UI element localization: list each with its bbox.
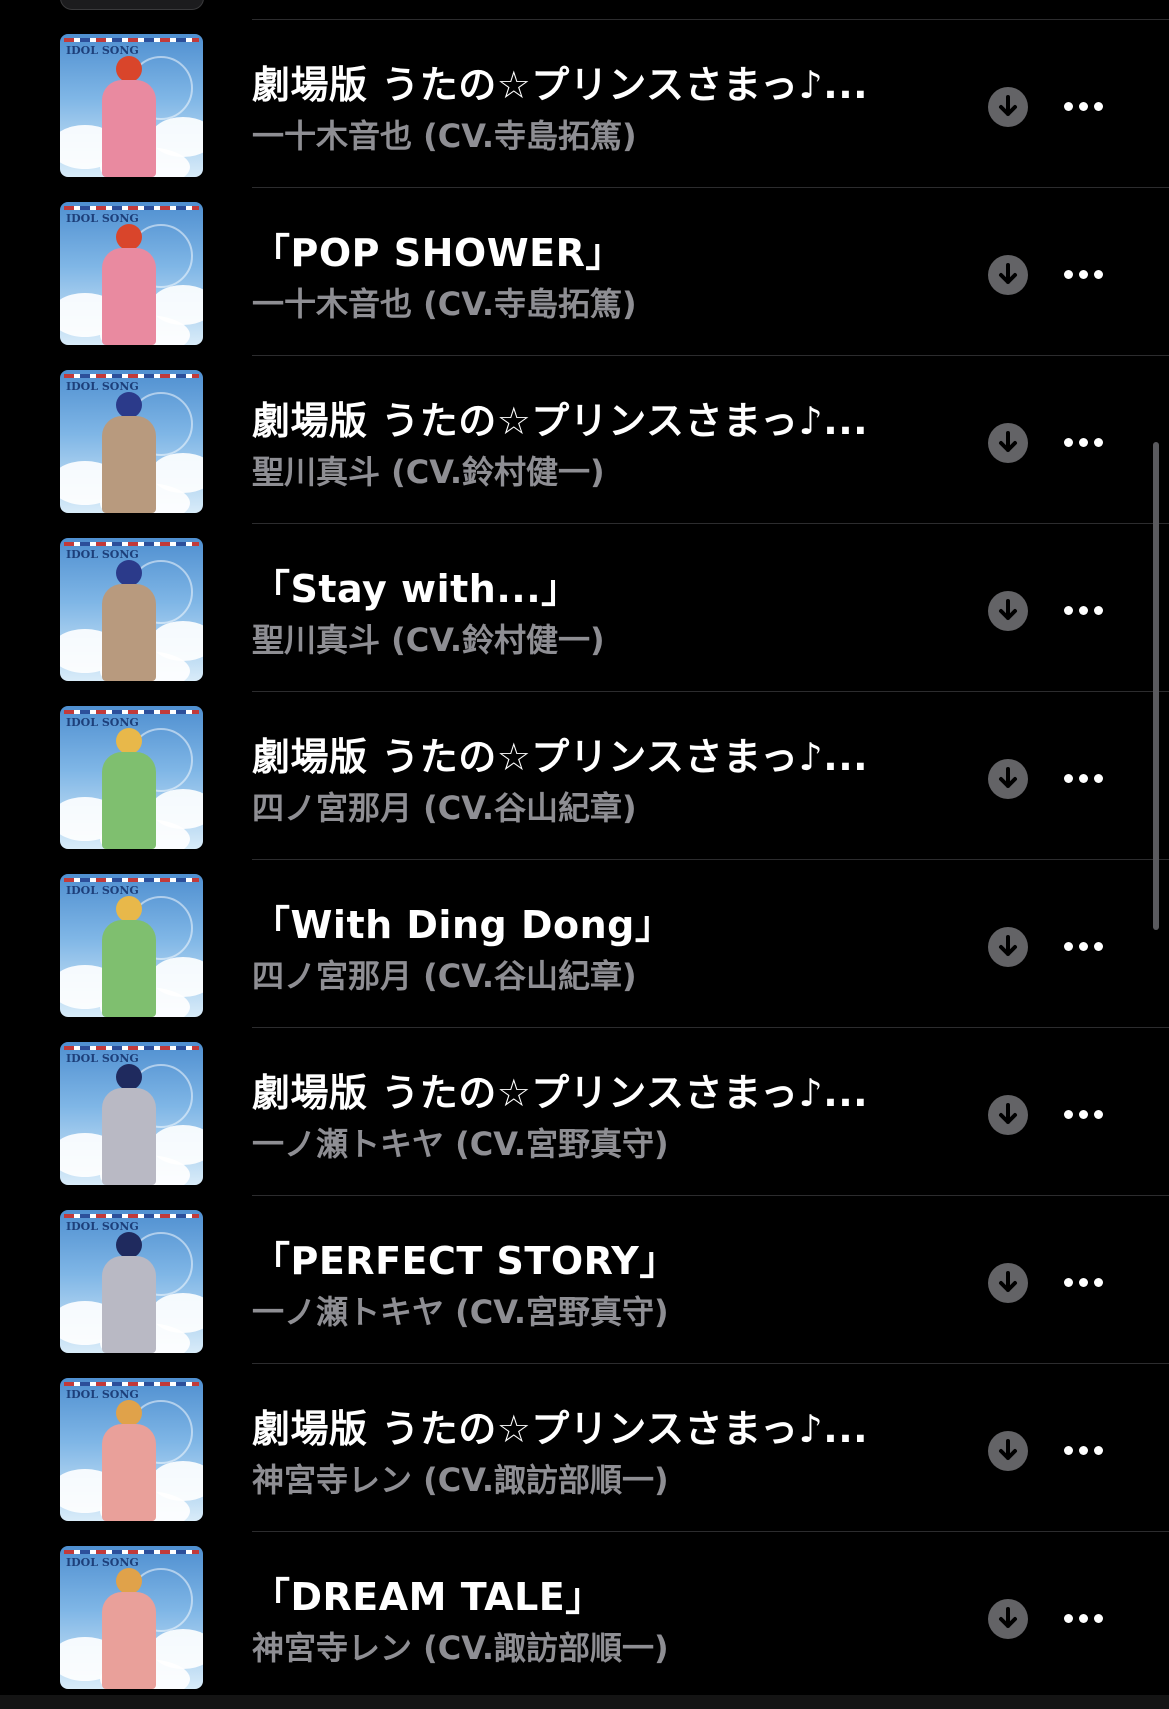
more-options-button[interactable]: [1062, 90, 1106, 122]
more-options-button[interactable]: [1062, 1434, 1106, 1466]
track-list: IDOL SONG 劇場版 うたの☆プリンスさまっ♪... 一十木音也 (CV.…: [0, 20, 1169, 1700]
download-button[interactable]: [988, 591, 1028, 631]
track-title: 劇場版 うたの☆プリンスさまっ♪...: [252, 735, 869, 779]
arrow-down-circle-icon: [999, 95, 1017, 116]
ellipsis-icon: [1064, 774, 1073, 783]
more-options-button[interactable]: [1062, 1098, 1106, 1130]
arrow-down-circle-icon: [999, 1103, 1017, 1124]
download-button[interactable]: [988, 759, 1028, 799]
download-button[interactable]: [988, 1431, 1028, 1471]
artwork-label: IDOL SONG: [66, 380, 139, 393]
more-options-button[interactable]: [1062, 1602, 1106, 1634]
album-artwork: IDOL SONG: [60, 538, 203, 681]
artwork-label: IDOL SONG: [66, 716, 139, 729]
track-row[interactable]: IDOL SONG 劇場版 うたの☆プリンスさまっ♪... 神宮寺レン (CV.…: [0, 1364, 1169, 1532]
arrow-down-circle-icon: [999, 1607, 1017, 1628]
track-row[interactable]: IDOL SONG 「Stay with...」 聖川真斗 (CV.鈴村健一): [0, 524, 1169, 692]
arrow-down-circle-icon: [999, 431, 1017, 452]
track-row[interactable]: IDOL SONG 「PERFECT STORY」 一ノ瀬トキヤ (CV.宮野真…: [0, 1196, 1169, 1364]
ellipsis-icon: [1064, 606, 1073, 615]
track-title: 「POP SHOWER」: [252, 231, 624, 275]
artwork-label: IDOL SONG: [66, 212, 139, 225]
album-artwork: IDOL SONG: [60, 1210, 203, 1353]
more-options-button[interactable]: [1062, 1266, 1106, 1298]
arrow-down-circle-icon: [999, 599, 1017, 620]
track-artist: 聖川真斗 (CV.鈴村健一): [252, 453, 605, 491]
track-title: 劇場版 うたの☆プリンスさまっ♪...: [252, 1071, 869, 1115]
download-button[interactable]: [988, 1599, 1028, 1639]
ellipsis-icon: [1064, 1614, 1073, 1623]
track-row[interactable]: IDOL SONG 「With Ding Dong」 四ノ宮那月 (CV.谷山紀…: [0, 860, 1169, 1028]
download-button[interactable]: [988, 423, 1028, 463]
artwork-label: IDOL SONG: [66, 1556, 139, 1569]
track-artist: 一ノ瀬トキヤ (CV.宮野真守): [252, 1293, 669, 1331]
album-artwork: IDOL SONG: [60, 874, 203, 1017]
album-artwork: IDOL SONG: [60, 370, 203, 513]
arrow-down-circle-icon: [999, 767, 1017, 788]
more-options-button[interactable]: [1062, 762, 1106, 794]
arrow-down-circle-icon: [999, 935, 1017, 956]
download-button[interactable]: [988, 1095, 1028, 1135]
album-artwork: IDOL SONG: [60, 1042, 203, 1185]
track-row[interactable]: IDOL SONG 劇場版 うたの☆プリンスさまっ♪... 一ノ瀬トキヤ (CV…: [0, 1028, 1169, 1196]
track-title: 「PERFECT STORY」: [252, 1239, 678, 1283]
album-artwork: IDOL SONG: [60, 202, 203, 345]
more-options-button[interactable]: [1062, 594, 1106, 626]
artwork-label: IDOL SONG: [66, 1388, 139, 1401]
track-title: 劇場版 うたの☆プリンスさまっ♪...: [252, 1407, 869, 1451]
track-artist: 聖川真斗 (CV.鈴村健一): [252, 621, 605, 659]
album-artwork: IDOL SONG: [60, 706, 203, 849]
track-title: 「Stay with...」: [252, 567, 580, 611]
more-options-button[interactable]: [1062, 930, 1106, 962]
artwork-label: IDOL SONG: [66, 1052, 139, 1065]
track-title: 「DREAM TALE」: [252, 1575, 604, 1619]
artwork-label: IDOL SONG: [66, 548, 139, 561]
bottom-edge-bar: [0, 1695, 1169, 1709]
track-title: 「With Ding Dong」: [252, 903, 674, 947]
previous-row-stub: [60, 0, 204, 10]
ellipsis-icon: [1064, 942, 1073, 951]
track-artist: 四ノ宮那月 (CV.谷山紀章): [252, 957, 637, 995]
track-row[interactable]: IDOL SONG 「POP SHOWER」 一十木音也 (CV.寺島拓篤): [0, 188, 1169, 356]
track-row[interactable]: IDOL SONG 劇場版 うたの☆プリンスさまっ♪... 一十木音也 (CV.…: [0, 20, 1169, 188]
arrow-down-circle-icon: [999, 1271, 1017, 1292]
download-button[interactable]: [988, 255, 1028, 295]
album-artwork: IDOL SONG: [60, 1546, 203, 1689]
ellipsis-icon: [1064, 1446, 1073, 1455]
artwork-label: IDOL SONG: [66, 1220, 139, 1233]
ellipsis-icon: [1064, 1110, 1073, 1119]
track-artist: 一ノ瀬トキヤ (CV.宮野真守): [252, 1125, 669, 1163]
download-button[interactable]: [988, 1263, 1028, 1303]
ellipsis-icon: [1064, 270, 1073, 279]
artwork-label: IDOL SONG: [66, 884, 139, 897]
track-row[interactable]: IDOL SONG 劇場版 うたの☆プリンスさまっ♪... 聖川真斗 (CV.鈴…: [0, 356, 1169, 524]
track-artist: 四ノ宮那月 (CV.谷山紀章): [252, 789, 637, 827]
ellipsis-icon: [1064, 102, 1073, 111]
download-button[interactable]: [988, 927, 1028, 967]
download-button[interactable]: [988, 87, 1028, 127]
track-title: 劇場版 うたの☆プリンスさまっ♪...: [252, 63, 869, 107]
album-artwork: IDOL SONG: [60, 34, 203, 177]
track-artist: 一十木音也 (CV.寺島拓篤): [252, 117, 637, 155]
arrow-down-circle-icon: [999, 1439, 1017, 1460]
album-artwork: IDOL SONG: [60, 1378, 203, 1521]
vertical-scrollbar[interactable]: [1153, 442, 1159, 930]
track-row[interactable]: IDOL SONG 劇場版 うたの☆プリンスさまっ♪... 四ノ宮那月 (CV.…: [0, 692, 1169, 860]
track-row[interactable]: IDOL SONG 「DREAM TALE」 神宮寺レン (CV.諏訪部順一): [0, 1532, 1169, 1700]
track-artist: 一十木音也 (CV.寺島拓篤): [252, 285, 637, 323]
track-title: 劇場版 うたの☆プリンスさまっ♪...: [252, 399, 869, 443]
arrow-down-circle-icon: [999, 263, 1017, 284]
ellipsis-icon: [1064, 438, 1073, 447]
more-options-button[interactable]: [1062, 426, 1106, 458]
more-options-button[interactable]: [1062, 258, 1106, 290]
ellipsis-icon: [1064, 1278, 1073, 1287]
track-artist: 神宮寺レン (CV.諏訪部順一): [252, 1461, 669, 1499]
track-artist: 神宮寺レン (CV.諏訪部順一): [252, 1629, 669, 1667]
artwork-label: IDOL SONG: [66, 44, 139, 57]
